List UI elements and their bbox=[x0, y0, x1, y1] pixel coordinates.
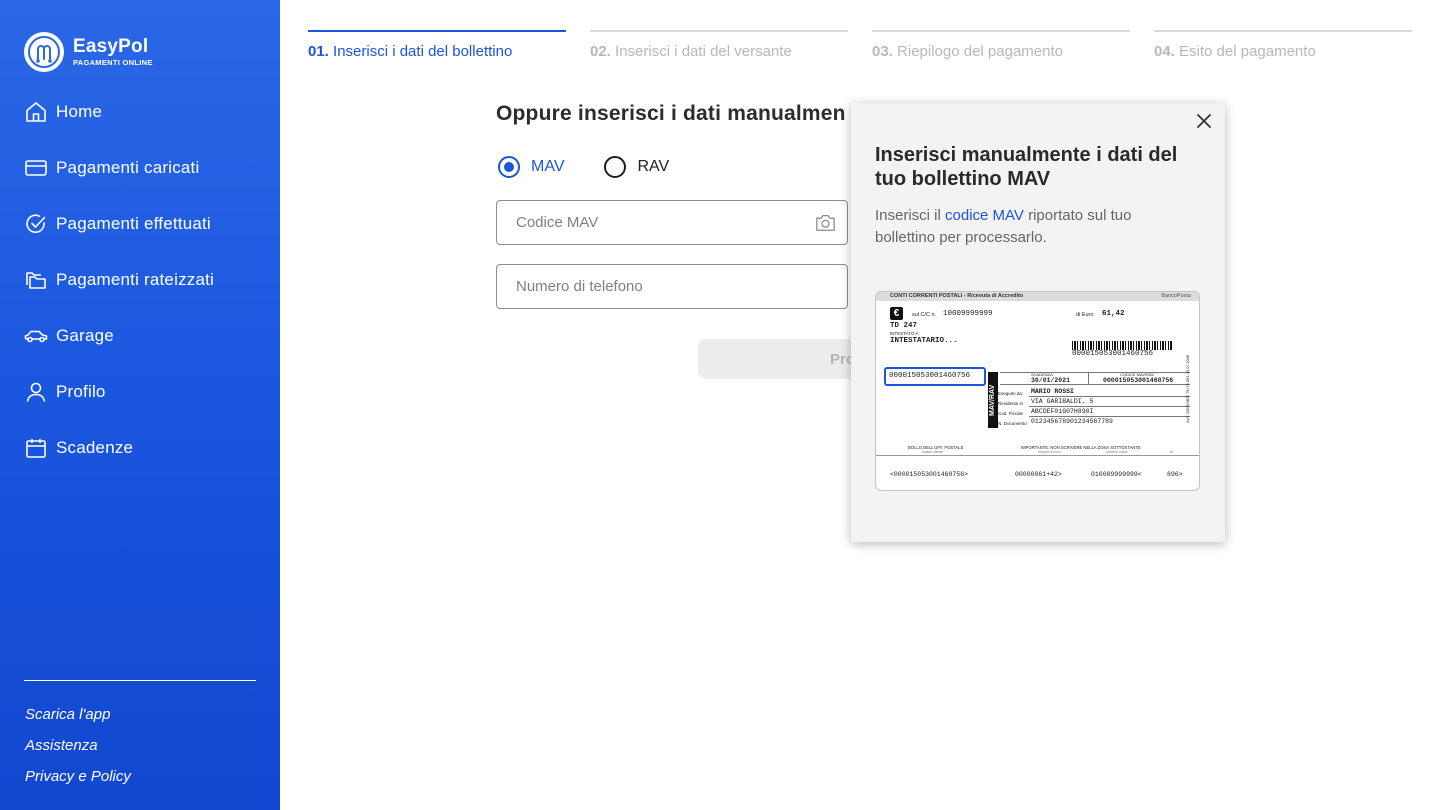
step-4: 04. Esito del pagamento bbox=[1154, 30, 1412, 60]
slip-barcode bbox=[1072, 341, 1172, 350]
download-app-link[interactable]: Scarica l'app bbox=[25, 704, 131, 735]
slip-highlighted-code: 000015053001460756 bbox=[884, 367, 986, 386]
slip-importante-sub: importo in euro bbox=[1038, 450, 1062, 454]
step-number: 01. bbox=[308, 43, 329, 60]
slip-scadenza: 30/01/2021 bbox=[1031, 377, 1071, 384]
calendar-icon bbox=[26, 439, 46, 458]
radio-mav[interactable]: MAV bbox=[498, 156, 564, 178]
camera-icon[interactable] bbox=[815, 213, 836, 232]
step-3: 03. Riepilogo del pagamento bbox=[872, 30, 1130, 60]
slip-account-label: sul C/C n. bbox=[912, 312, 937, 318]
form-title: Oppure inserisci i dati manualmen bbox=[496, 102, 846, 125]
slip-codeline-1: <000015053001460756> bbox=[890, 471, 969, 478]
logo-mark-icon bbox=[24, 32, 64, 72]
radio-rav[interactable]: RAV bbox=[604, 156, 669, 178]
slip-documento: 012345678901234567789 bbox=[1031, 418, 1113, 425]
step-2: 02. Inserisci i dati del versante bbox=[590, 30, 848, 60]
slip-account: 10009999999 bbox=[943, 310, 993, 318]
slip-codeline-4: 896> bbox=[1167, 471, 1183, 478]
radio-label: RAV bbox=[637, 158, 670, 175]
logo[interactable]: EasyPol PAGAMENTI ONLINE bbox=[24, 32, 153, 72]
step-label: Esito del pagamento bbox=[1179, 43, 1316, 60]
check-circle-icon bbox=[26, 214, 46, 234]
slip-barcode-number: 000015053001460756 bbox=[1072, 350, 1154, 358]
help-popover: Inserisci manualmente i dati del tuo bol… bbox=[851, 103, 1225, 542]
slip-td-sub: td bbox=[1170, 450, 1173, 454]
sidebar-item-home[interactable]: Home bbox=[24, 84, 264, 140]
popover-text-before: Inserisci il bbox=[875, 207, 946, 224]
slip-cod-fiscale: ABCDEF01G07H890I bbox=[1031, 408, 1094, 415]
slip-eseguito-label: Eseguito da: bbox=[998, 391, 1024, 396]
privacy-policy-link[interactable]: Privacy e Policy bbox=[25, 766, 131, 797]
folders-icon bbox=[26, 272, 46, 289]
sidebar-item-profilo[interactable]: Profilo bbox=[24, 364, 264, 420]
slip-mav-rav: MAV/RAV bbox=[988, 372, 998, 428]
slip-amount: 61,42 bbox=[1102, 310, 1125, 318]
slip-residente: VIA GARIBALDI, 5 bbox=[1031, 398, 1094, 405]
slip-residente-label: Residente in bbox=[998, 401, 1024, 406]
sidebar-item-label: Pagamenti caricati bbox=[56, 158, 200, 177]
slip-header-title: CONTI CORRENTI POSTALI - Ricevuta di Acc… bbox=[890, 293, 1024, 299]
popover-text: Inserisci il codice MAV riportato sul tu… bbox=[875, 205, 1195, 249]
sidebar-item-label: Profilo bbox=[56, 382, 106, 401]
slip-intestato-label: INTESTATO A bbox=[890, 331, 919, 336]
slip-eseguito: MARIO ROSSI bbox=[1031, 388, 1074, 395]
slip-intestatario: INTESTATARIO... bbox=[890, 337, 958, 345]
sidebar-footer-links: Scarica l'app Assistenza Privacy e Polic… bbox=[25, 704, 131, 797]
sidebar-item-label: Pagamenti effettuati bbox=[56, 214, 211, 233]
radio-unchecked-icon[interactable] bbox=[604, 156, 627, 178]
sidebar-item-label: Scadenze bbox=[56, 438, 134, 457]
user-icon bbox=[26, 382, 46, 402]
slip-header: CONTI CORRENTI POSTALI - Ricevuta di Acc… bbox=[876, 292, 1199, 301]
assistance-link[interactable]: Assistenza bbox=[25, 735, 131, 766]
radio-label: MAV bbox=[531, 158, 565, 175]
step-number: 04. bbox=[1154, 43, 1175, 60]
slip-amount-label: di Euro bbox=[1076, 312, 1094, 318]
sidebar-item-garage[interactable]: Garage bbox=[24, 308, 264, 364]
step-label: Riepilogo del pagamento bbox=[897, 43, 1063, 60]
sidebar: EasyPol PAGAMENTI ONLINE Home Pagamenti … bbox=[0, 0, 280, 810]
brand-subtitle: PAGAMENTI ONLINE bbox=[73, 58, 153, 68]
phone-field bbox=[496, 264, 848, 309]
step-label: Inserisci i dati del bollettino bbox=[333, 43, 513, 60]
step-number: 03. bbox=[872, 43, 893, 60]
slip-codeline-3: 010009999999< bbox=[1091, 471, 1142, 478]
slip-side-text: AUT. DB/SISB/E 79176 DEL 25.07.2008 bbox=[1186, 355, 1190, 423]
sidebar-item-scadenze[interactable]: Scadenze bbox=[24, 420, 264, 476]
slip-documento-label: N. Documento bbox=[998, 421, 1027, 426]
slip-type-radio-group: MAV RAV bbox=[498, 156, 709, 178]
slip-bollo-sub: codice cliente bbox=[922, 450, 944, 454]
popover-title: Inserisci manualmente i dati del tuo bol… bbox=[875, 144, 1178, 190]
brand-title: EasyPol bbox=[73, 36, 149, 58]
sidebar-item-label: Garage bbox=[56, 326, 114, 345]
sidebar-item-pagamenti-effettuati[interactable]: Pagamenti effettuati bbox=[24, 196, 264, 252]
slip-codeline-2: 00000061+42> bbox=[1015, 471, 1062, 478]
mav-code-input[interactable] bbox=[516, 214, 796, 231]
card-icon bbox=[25, 160, 47, 176]
slip-header-brand: BancoPosta bbox=[1161, 293, 1191, 299]
slip-td: TD 247 bbox=[890, 322, 918, 330]
popover-text-highlight: codice MAV bbox=[945, 207, 1024, 224]
phone-input[interactable] bbox=[516, 278, 796, 295]
sidebar-item-label: Pagamenti rateizzati bbox=[56, 270, 215, 289]
home-icon bbox=[26, 102, 46, 122]
step-label: Inserisci i dati del versante bbox=[615, 43, 792, 60]
sidebar-nav: Home Pagamenti caricati Pagamenti effett… bbox=[24, 84, 264, 476]
step-number: 02. bbox=[590, 43, 611, 60]
sidebar-item-label: Home bbox=[56, 102, 103, 121]
mav-slip-illustration: CONTI CORRENTI POSTALI - Ricevuta di Acc… bbox=[875, 291, 1200, 491]
euro-icon: € bbox=[890, 307, 903, 320]
sidebar-item-pagamenti-rateizzati[interactable]: Pagamenti rateizzati bbox=[24, 252, 264, 308]
slip-codice: 000015053001460756 bbox=[1103, 377, 1174, 384]
slip-cod-fiscale-label: Cod. Fiscale bbox=[998, 411, 1024, 416]
step-1: 01. Inserisci i dati del bollettino bbox=[308, 30, 566, 60]
slip-numero-conto-sub: numero conto bbox=[1106, 450, 1128, 454]
radio-checked-icon[interactable] bbox=[498, 156, 520, 178]
sidebar-item-pagamenti-caricati[interactable]: Pagamenti caricati bbox=[24, 140, 264, 196]
car-icon bbox=[24, 330, 48, 343]
mav-code-field bbox=[496, 200, 848, 245]
sidebar-divider bbox=[24, 680, 256, 681]
close-icon[interactable] bbox=[1195, 112, 1213, 130]
